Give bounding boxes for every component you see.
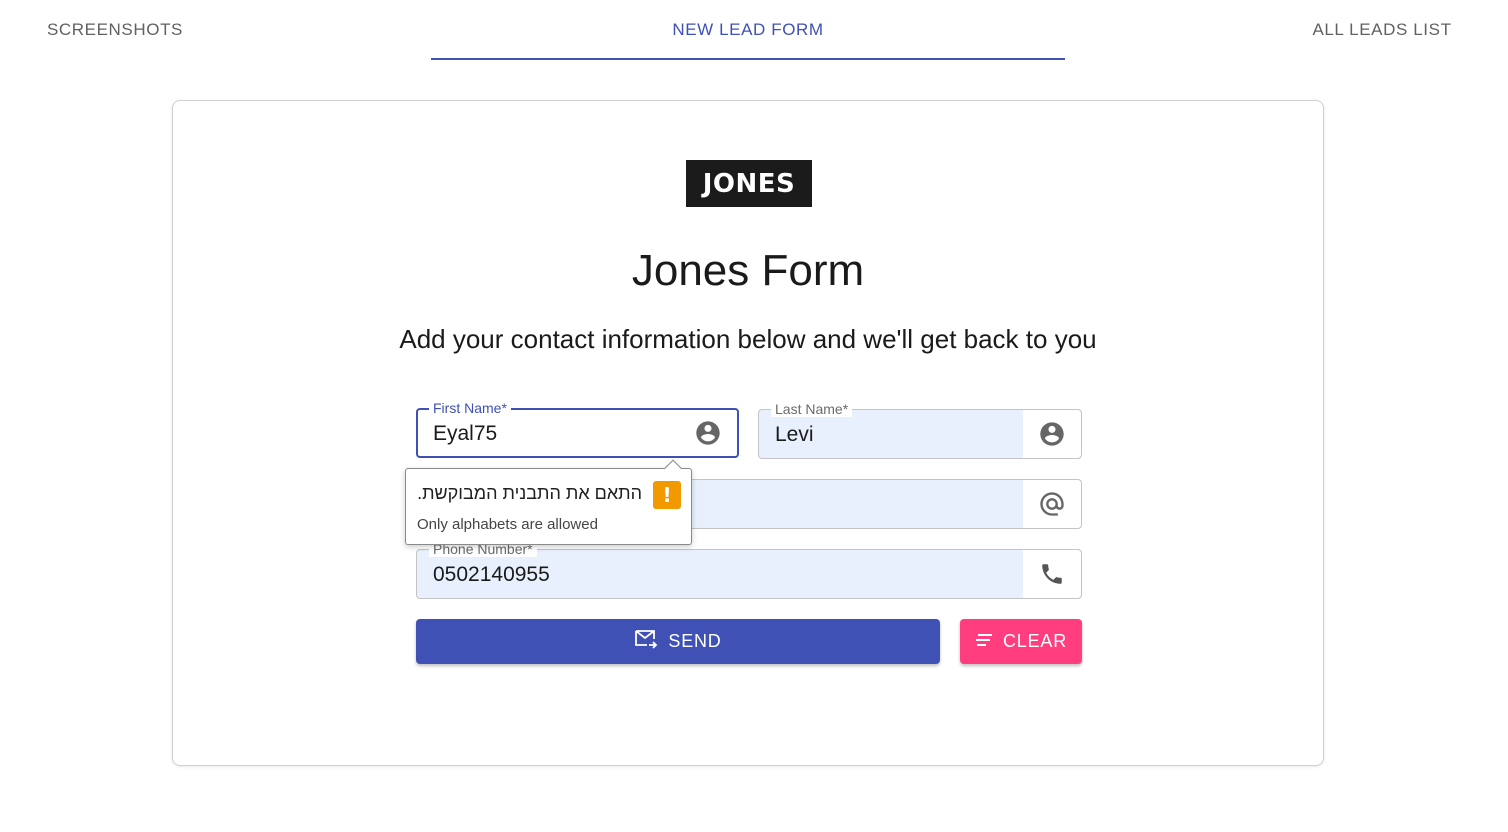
lead-form-card: JONES Jones Form Add your contact inform… bbox=[172, 100, 1324, 766]
tab-screenshots[interactable]: Screenshots bbox=[0, 0, 230, 60]
top-nav: Screenshots New Lead Form All Leads List bbox=[0, 0, 1508, 62]
form-title: Jones Form bbox=[631, 246, 865, 295]
validation-message: התאם את התבנית המבוקשת. bbox=[417, 483, 642, 503]
mail-send-icon bbox=[634, 628, 658, 655]
phone-number-input[interactable]: 0502140955 bbox=[433, 563, 550, 587]
first-name-input[interactable]: Eyal75 bbox=[433, 422, 497, 446]
last-name-input[interactable]: Levi bbox=[775, 423, 814, 447]
last-name-label: Last Name* bbox=[771, 401, 853, 417]
last-name-account-circle-icon bbox=[1023, 410, 1081, 458]
clear-button[interactable]: Clear bbox=[960, 619, 1082, 664]
clear-button-label: Clear bbox=[1002, 631, 1068, 651]
first-name-field[interactable]: First Name* Eyal75 bbox=[416, 400, 739, 458]
jones-logo: JONES bbox=[686, 160, 812, 207]
first-name-label: First Name* bbox=[429, 400, 511, 416]
phone-number-field[interactable]: Phone Number* 0502140955 bbox=[416, 541, 1082, 599]
at-sign-icon bbox=[1023, 480, 1081, 528]
validation-hint: Only alphabets are allowed bbox=[417, 516, 598, 533]
validation-tooltip: התאם את התבנית המבוקשת. ! Only alphabets… bbox=[405, 459, 692, 545]
active-tab-indicator bbox=[431, 58, 1065, 60]
first-name-account-circle-icon bbox=[679, 410, 737, 456]
send-button[interactable]: Send bbox=[416, 619, 940, 664]
tab-all-leads-list[interactable]: All Leads List bbox=[1270, 0, 1494, 60]
tab-new-lead-form[interactable]: New Lead Form bbox=[431, 0, 1065, 60]
phone-icon bbox=[1023, 550, 1081, 598]
send-button-label: Send bbox=[668, 631, 722, 651]
warning-icon: ! bbox=[653, 481, 681, 509]
form-subtitle: Add your contact information below and w… bbox=[399, 324, 1097, 354]
last-name-field[interactable]: Last Name* Levi bbox=[758, 401, 1082, 459]
clear-lines-icon bbox=[975, 631, 993, 652]
